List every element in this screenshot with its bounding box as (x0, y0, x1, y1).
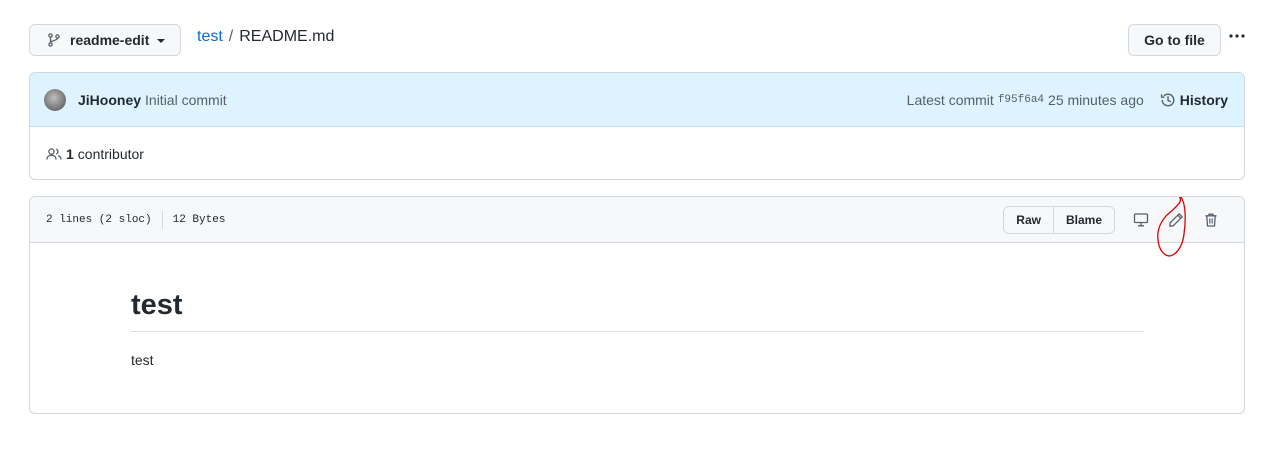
file-header: 2 lines (2 sloc) 12 Bytes Raw Blame (30, 197, 1244, 257)
breadcrumb-file-name: README.md (239, 28, 335, 45)
latest-commit-label: Latest commit (906, 91, 994, 108)
history-link[interactable]: History (1160, 92, 1228, 108)
commit-info-box: JiHooney Initial commit Latest commit f9… (29, 72, 1245, 180)
commit-author[interactable]: JiHooney (78, 92, 141, 108)
edit-file-button[interactable] (1157, 197, 1193, 257)
commit-sha[interactable]: f95f6a4 (998, 94, 1044, 106)
contributors-row[interactable]: 1 contributor (30, 127, 1244, 179)
contributor-count: 1 (66, 145, 74, 162)
latest-commit-info: Latest commit f95f6a4 25 minutes ago His… (907, 92, 1228, 108)
branch-select-button[interactable]: readme-edit (29, 24, 181, 56)
file-actions: Raw Blame (1003, 197, 1228, 257)
file-viewer: 2 lines (2 sloc) 12 Bytes Raw Blame test… (29, 196, 1245, 414)
readme-paragraph: test (131, 352, 154, 369)
pencil-icon (1168, 212, 1183, 227)
git-branch-icon (46, 32, 62, 48)
avatar[interactable] (44, 88, 66, 111)
raw-button[interactable]: Raw (1004, 206, 1053, 233)
delete-file-button[interactable] (1193, 206, 1228, 234)
desktop-icon (1133, 212, 1148, 226)
breadcrumb-repo-link[interactable]: test (197, 28, 223, 46)
kebab-horizontal-icon (1229, 34, 1245, 38)
branch-name: readme-edit (70, 32, 150, 48)
history-label: History (1179, 91, 1228, 108)
breadcrumb: test / README.md (197, 28, 334, 46)
file-navigation: readme-edit test / README.md Go to file (29, 24, 1249, 56)
trash-icon (1205, 213, 1216, 227)
people-icon (46, 146, 62, 162)
readme-heading: test (131, 287, 1144, 333)
more-options-button[interactable] (1225, 24, 1249, 48)
blame-button[interactable]: Blame (1052, 206, 1114, 233)
caret-down-icon (157, 39, 166, 43)
history-icon (1160, 92, 1176, 108)
file-button-group: Raw Blame (1003, 205, 1115, 234)
breadcrumb-separator: / (228, 28, 234, 45)
contributor-label: contributor (77, 145, 144, 162)
commit-time: 25 minutes ago (1048, 91, 1144, 108)
latest-commit-bar: JiHooney Initial commit Latest commit f9… (30, 73, 1244, 127)
readme-content: test test (30, 243, 1244, 368)
file-line-count: 2 lines (2 sloc) (46, 210, 163, 229)
go-to-file-button[interactable]: Go to file (1128, 24, 1221, 56)
file-size: 12 Bytes (172, 213, 226, 226)
commit-message[interactable]: Initial commit (145, 92, 227, 108)
display-desktop-button[interactable] (1123, 206, 1158, 234)
